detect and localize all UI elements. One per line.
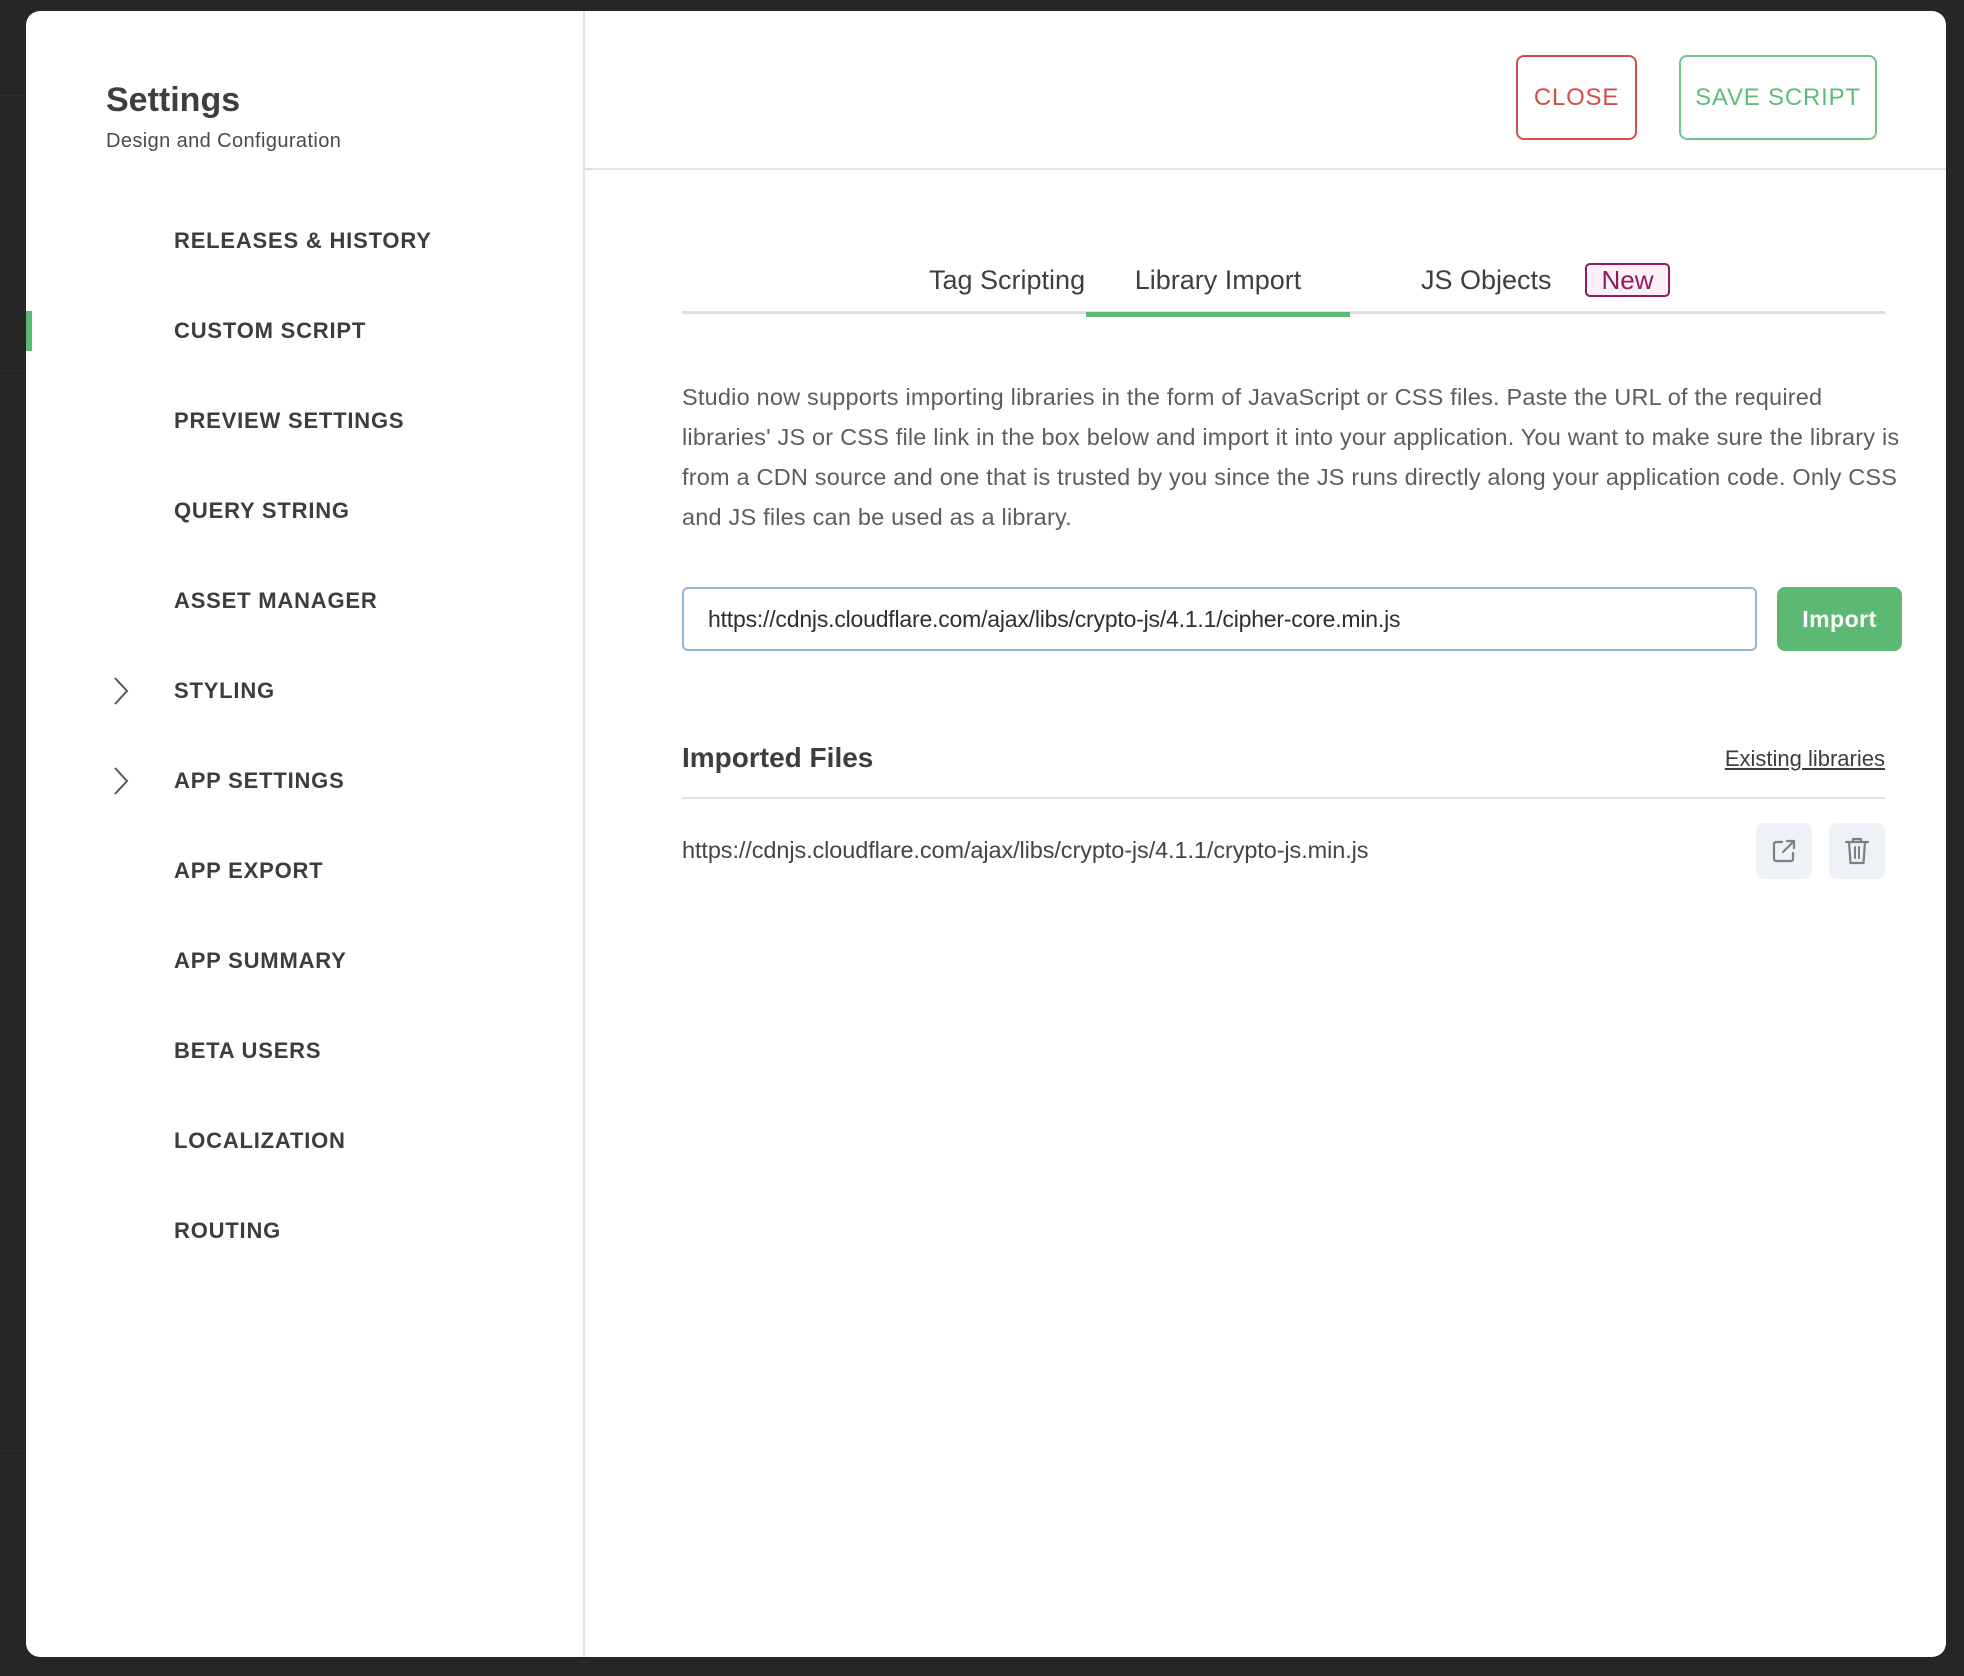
delete-file-button[interactable] xyxy=(1829,823,1885,879)
settings-nav: RELEASES & HISTORY CUSTOM SCRIPT PREVIEW… xyxy=(26,196,583,1276)
sidebar-item-preview-settings[interactable]: PREVIEW SETTINGS xyxy=(26,376,583,466)
save-script-button[interactable]: SAVE SCRIPT xyxy=(1679,55,1877,140)
sidebar-item-label: STYLING xyxy=(174,678,275,703)
chevron-right-icon xyxy=(114,767,129,795)
sidebar-item-label: APP EXPORT xyxy=(174,858,324,883)
sidebar-item-label: PREVIEW SETTINGS xyxy=(174,408,405,433)
sidebar-item-label: ROUTING xyxy=(174,1218,282,1243)
chevron-right-icon xyxy=(114,677,129,705)
import-button[interactable]: Import xyxy=(1777,587,1902,651)
settings-dialog: Settings Design and Configuration RELEAS… xyxy=(26,11,1946,1657)
sidebar-item-custom-script[interactable]: CUSTOM SCRIPT xyxy=(26,286,583,376)
library-import-description: Studio now supports importing libraries … xyxy=(682,384,1900,530)
tab-tag-scripting[interactable]: Tag Scripting xyxy=(925,246,1089,314)
close-button[interactable]: CLOSE xyxy=(1516,55,1637,140)
sidebar-item-label: APP SETTINGS xyxy=(174,768,345,793)
tab-library-import[interactable]: Library Import xyxy=(1086,246,1350,317)
sidebar-item-beta-users[interactable]: BETA USERS xyxy=(26,1006,583,1096)
section-divider xyxy=(682,797,1885,799)
open-external-button[interactable] xyxy=(1756,823,1812,879)
sidebar-item-app-settings[interactable]: APP SETTINGS xyxy=(26,736,583,826)
imported-file-row: https://cdnjs.cloudflare.com/ajax/libs/c… xyxy=(682,823,1885,879)
imported-file-url: https://cdnjs.cloudflare.com/ajax/libs/c… xyxy=(682,837,1369,863)
new-badge: New xyxy=(1585,263,1670,297)
sidebar-item-query-string[interactable]: QUERY STRING xyxy=(26,466,583,556)
sidebar-item-label: BETA USERS xyxy=(174,1038,322,1063)
sidebar-item-label: ASSET MANAGER xyxy=(174,588,378,613)
sidebar-subtitle: Design and Configuration xyxy=(106,130,342,152)
settings-sidebar: Settings Design and Configuration RELEAS… xyxy=(26,11,585,1657)
sidebar-item-label: CUSTOM SCRIPT xyxy=(174,318,367,343)
panel-header: CLOSE SAVE SCRIPT xyxy=(585,11,1946,170)
sidebar-item-app-summary[interactable]: APP SUMMARY xyxy=(26,916,583,1006)
sidebar-item-asset-manager[interactable]: ASSET MANAGER xyxy=(26,556,583,646)
custom-script-panel: CLOSE SAVE SCRIPT Tag Scripting Library … xyxy=(585,11,1946,1657)
existing-libraries-link[interactable]: Existing libraries xyxy=(1725,746,1885,772)
library-url-input[interactable] xyxy=(682,587,1757,651)
tab-js-objects[interactable]: JS Objects xyxy=(1417,246,1556,314)
script-tabs: Tag Scripting Library Import JS Objects … xyxy=(682,246,1885,317)
sidebar-item-label: LOCALIZATION xyxy=(174,1128,346,1153)
trash-icon xyxy=(1844,837,1870,865)
open-external-icon xyxy=(1772,839,1796,863)
sidebar-item-routing[interactable]: ROUTING xyxy=(26,1186,583,1276)
sidebar-item-styling[interactable]: STYLING xyxy=(26,646,583,736)
sidebar-item-app-export[interactable]: APP EXPORT xyxy=(26,826,583,916)
sidebar-item-localization[interactable]: LOCALIZATION xyxy=(26,1096,583,1186)
sidebar-item-label: APP SUMMARY xyxy=(174,948,347,973)
sidebar-item-label: QUERY STRING xyxy=(174,498,350,523)
sidebar-title: Settings xyxy=(106,81,241,119)
sidebar-item-releases-history[interactable]: RELEASES & HISTORY xyxy=(26,196,583,286)
imported-files-title: Imported Files xyxy=(682,742,874,773)
sidebar-item-label: RELEASES & HISTORY xyxy=(174,228,432,253)
